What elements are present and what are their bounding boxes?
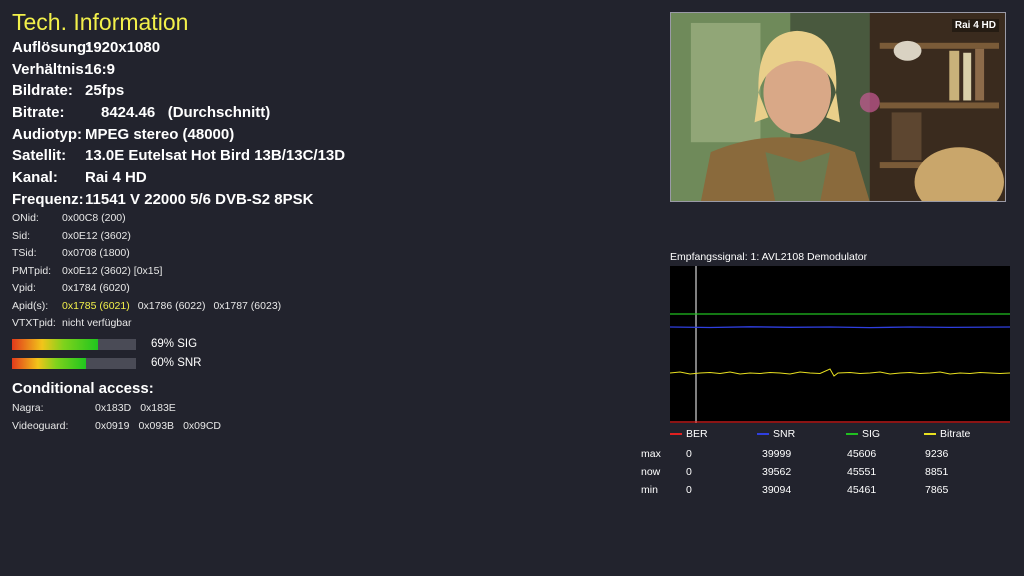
video-frame-image: [671, 13, 1005, 201]
stats-sig: 45461: [847, 484, 877, 496]
pid-value: 0x0E12 (3602): [62, 229, 131, 242]
ca-id: 0x183E: [140, 402, 176, 414]
ca-id: 0x0919: [95, 420, 130, 432]
stats-bitrate: 8851: [925, 466, 949, 478]
stats-label: now: [641, 466, 661, 478]
page-title: Tech. Information: [12, 9, 189, 35]
legend-swatch: [757, 433, 769, 436]
sig-meter: [12, 339, 136, 350]
stats-label: min: [641, 484, 658, 496]
legend-ber: BER: [670, 428, 708, 440]
stats-bitrate: 7865: [925, 484, 949, 496]
channel-logo: Rai 4 HD: [951, 19, 999, 32]
stats-ber: 0: [686, 484, 692, 496]
ca-label: Nagra:: [12, 402, 44, 414]
info-value: 16:9: [85, 60, 116, 78]
info-value: 11541 V 22000 5/6 DVB-S2 8PSK: [85, 190, 314, 208]
ca-ids: 0x183D 0x183E: [95, 402, 185, 414]
legend-label: SIG: [862, 428, 881, 440]
legend-label: Bitrate: [940, 428, 971, 440]
pid-label: Apid(s):: [12, 299, 49, 312]
info-value: 1920x1080: [85, 39, 161, 56]
bitrate-trace: [669, 368, 1011, 377]
info-label: Audiotyp:: [12, 125, 82, 143]
info-label: Frequenz:: [12, 190, 84, 208]
stats-sig: 45551: [847, 466, 877, 478]
info-value: Rai 4 HD: [85, 169, 147, 187]
legend-swatch: [924, 433, 936, 436]
stats-snr: 39094: [762, 484, 792, 496]
info-label: Bildrate:: [12, 82, 73, 100]
pid-value: 0x1784 (6020): [62, 282, 130, 294]
legend-swatch: [846, 433, 858, 436]
stats-ber: 0: [686, 466, 692, 478]
signal-graph-plot: [669, 266, 1011, 423]
pid-value: 0x0708 (1800): [62, 247, 130, 259]
stats-label: max: [641, 448, 661, 460]
legend-label: BER: [686, 428, 708, 440]
stats-snr: 39562: [762, 466, 792, 478]
info-label: Kanal:: [12, 169, 58, 187]
legend-bitrate: Bitrate: [924, 428, 970, 440]
ca-label: Videoguard:: [12, 420, 69, 432]
legend-snr: SNR: [757, 428, 795, 440]
stats-snr: 39999: [762, 448, 792, 460]
info-value: MPEG stereo (48000): [85, 125, 235, 143]
ca-id: 0x093B: [138, 420, 175, 432]
sig-meter-fill: [12, 339, 98, 350]
pid-value: nicht verfügbar: [62, 317, 132, 329]
sig-label: 69% SIG: [151, 338, 198, 350]
snr-trace: [669, 326, 1011, 329]
ca-ids: 0x0919 0x093B 0x09CD: [95, 420, 230, 432]
signal-graph: [669, 266, 1011, 423]
ca-id: 0x183D: [95, 402, 132, 414]
legend-swatch: [670, 433, 682, 436]
pid-label: Sid:: [12, 229, 31, 242]
apid-value: 0x1786 (6022): [137, 299, 206, 312]
stats-sig: 45606: [847, 448, 877, 460]
pid-label: Vpid:: [12, 282, 36, 294]
pid-value: 0x0E12 (3602) [0x15]: [62, 264, 163, 277]
legend-label: SNR: [773, 428, 796, 440]
info-value: 25fps: [85, 82, 125, 100]
legend-sig: SIG: [846, 428, 880, 440]
info-label: Auflösung:: [12, 39, 92, 56]
pid-label: VTXTpid:: [12, 317, 56, 329]
pid-value: 0x00C8 (200): [62, 212, 126, 224]
conditional-access-title: Conditional access:: [12, 380, 154, 397]
apid-value: 0x1787 (6023): [213, 299, 282, 312]
pid-label: PMTpid:: [12, 264, 52, 277]
signal-graph-title: Empfangssignal: 1: AVL2108 Demodulator: [670, 251, 868, 263]
stats-ber: 0: [686, 448, 692, 460]
video-preview: Rai 4 HD: [670, 12, 1006, 202]
snr-label: 60% SNR: [151, 357, 202, 369]
snr-meter: [12, 358, 136, 369]
pid-label: ONid:: [12, 212, 39, 224]
snr-meter-fill: [12, 358, 87, 369]
apid-value-active: 0x1785 (6021): [62, 299, 130, 312]
info-value: 8424.46 (Durchschnitt): [101, 104, 271, 122]
apid-values: 0x1785 (6021) 0x1786 (6022) 0x1787 (6023): [62, 300, 289, 312]
info-label: Verhältnis:: [12, 60, 89, 78]
pid-label: TSid:: [12, 247, 37, 259]
stats-bitrate: 9236: [925, 448, 949, 460]
info-label: Satellit:: [12, 147, 67, 165]
info-value: 13.0E Eutelsat Hot Bird 13B/13C/13D: [85, 147, 346, 165]
ca-id: 0x09CD: [183, 420, 222, 432]
info-label: Bitrate:: [12, 104, 65, 122]
